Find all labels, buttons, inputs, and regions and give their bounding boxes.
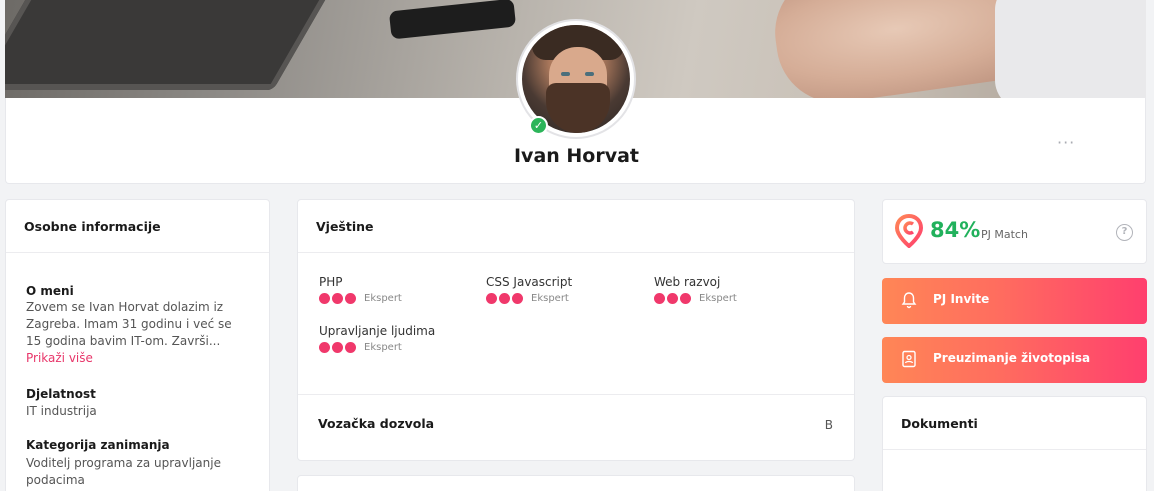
location-pin-icon xyxy=(895,214,923,248)
document-user-icon xyxy=(902,350,916,368)
skills-card: Vještine PHP Ekspert CSS Javascript Eksp… xyxy=(297,199,855,461)
online-status-icon: ✓ xyxy=(529,116,548,135)
more-options-icon[interactable]: ··· xyxy=(1057,133,1075,152)
skill-item: PHP Ekspert xyxy=(319,275,402,304)
about-label: O meni xyxy=(26,284,74,298)
download-cv-button[interactable]: Preuzimanje životopisa xyxy=(882,337,1147,383)
personal-info-card: Osobne informacije O meni Zovem se Ivan … xyxy=(5,199,270,491)
category-value: Voditelj programa za upravljanje podacim… xyxy=(26,456,221,487)
match-label: PJ Match xyxy=(981,228,1028,241)
driving-license-label: Vozačka dozvola xyxy=(318,416,435,431)
skill-name: Web razvoj xyxy=(654,275,721,289)
documents-title: Dokumenti xyxy=(901,416,978,431)
download-cv-label: Preuzimanje životopisa xyxy=(933,351,1091,365)
industry-label: Djelatnost xyxy=(26,387,96,401)
pj-invite-label: PJ Invite xyxy=(933,292,990,306)
match-percentage: 84% xyxy=(930,218,981,242)
skill-item: Web razvoj Ekspert xyxy=(654,275,737,304)
pj-invite-button[interactable]: PJ Invite xyxy=(882,278,1147,324)
profile-name: Ivan Horvat xyxy=(513,145,640,167)
documents-card: Dokumenti xyxy=(882,396,1147,491)
skill-name: Upravljanje ljudima xyxy=(319,324,436,338)
skill-level: Ekspert xyxy=(319,293,402,304)
show-more-link[interactable]: Prikaži više xyxy=(26,351,93,365)
skill-level: Ekspert xyxy=(486,293,572,304)
industry-value: IT industrija xyxy=(26,404,97,418)
skills-title: Vještine xyxy=(316,219,374,234)
about-text: Zovem se Ivan Horvat dolazim iz Zagreba.… xyxy=(26,300,232,348)
skill-level: Ekspert xyxy=(654,293,737,304)
skill-item: CSS Javascript Ekspert xyxy=(486,275,572,304)
skill-name: PHP xyxy=(319,275,343,289)
skill-level: Ekspert xyxy=(319,342,435,353)
help-icon[interactable]: ? xyxy=(1116,224,1133,241)
match-card: 84% PJ Match ? xyxy=(882,199,1147,264)
driving-license-value: B xyxy=(824,418,833,432)
category-label: Kategorija zanimanja xyxy=(26,438,170,452)
skill-name: CSS Javascript xyxy=(486,275,573,289)
personal-info-title: Osobne informacije xyxy=(24,219,161,234)
bell-icon xyxy=(901,292,917,309)
skill-item: Upravljanje ljudima Ekspert xyxy=(319,324,435,353)
next-section-card xyxy=(297,475,855,491)
